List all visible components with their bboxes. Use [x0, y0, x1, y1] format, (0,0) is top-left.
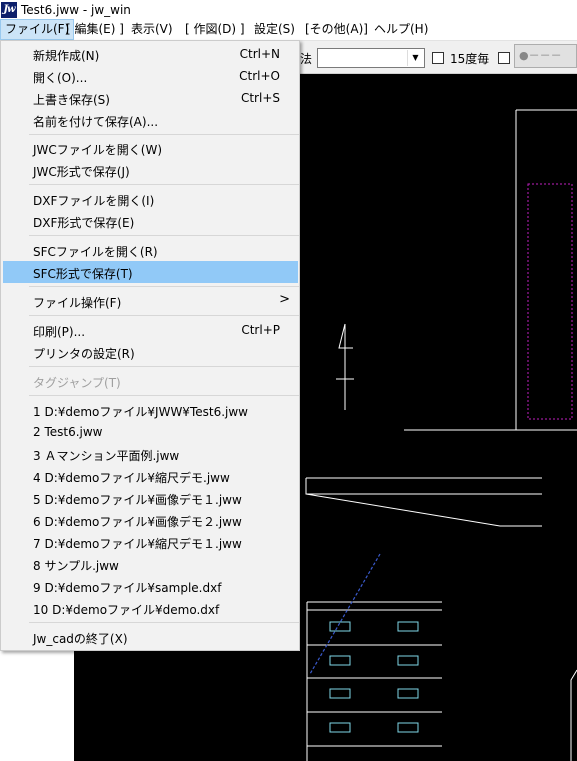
menu-separator [29, 622, 299, 623]
cyan-symbol [397, 722, 419, 733]
jw-app-icon[interactable]: Jw [1, 1, 17, 18]
menu-separator [29, 286, 299, 287]
cyan-symbol [397, 688, 419, 699]
cyan-symbol [397, 655, 419, 666]
menu-item-open-jwc[interactable]: JWCファイルを開く(W) [3, 137, 298, 159]
menu-item-label: 4 D:¥demoファイル¥縮尺デモ.jww [33, 471, 230, 485]
menu-item-label: 印刷(P)... [33, 325, 86, 339]
menu-item-label: 7 D:¥demoファイル¥縮尺デモ１.jww [33, 537, 242, 551]
menu-item-save-dxf[interactable]: DXF形式で保存(E) [3, 210, 298, 232]
menu-item-shortcut: Ctrl+P [241, 323, 280, 337]
menu-item-label: 名前を付けて保存(A)... [33, 115, 159, 129]
menu-item-printer-settings[interactable]: プリンタの設定(R) [3, 341, 298, 363]
check-15deg[interactable] [432, 52, 444, 64]
menu-item-recent-2[interactable]: 2 Test6.jww [3, 421, 298, 443]
menu-separator [29, 134, 299, 135]
wall-line [570, 669, 577, 761]
menu-item-recent-7[interactable]: 7 D:¥demoファイル¥縮尺デモ１.jww [3, 531, 298, 553]
magenta-dashed-rect [527, 183, 573, 420]
menu-item-label: 10 D:¥demoファイル¥demo.dxf [33, 603, 220, 617]
check-line-option[interactable] [498, 52, 510, 64]
menu-item-shortcut: Ctrl+O [239, 69, 280, 83]
menu-item-save-jwc[interactable]: JWC形式で保存(J) [3, 159, 298, 181]
menu-item-open-sfc[interactable]: SFCファイルを開く(R) [3, 239, 298, 261]
menu-item-label: 1 D:¥demoファイル¥JWW¥Test6.jww [33, 405, 248, 419]
menu-edit[interactable]: [ 編集(E) ] [62, 19, 128, 40]
menu-item-recent-1[interactable]: 1 D:¥demoファイル¥JWW¥Test6.jww [3, 399, 298, 421]
menu-item-label: 6 D:¥demoファイル¥画像デモ２.jww [33, 515, 242, 529]
menu-item-recent-6[interactable]: 6 D:¥demoファイル¥画像デモ２.jww [3, 509, 298, 531]
menu-item-label: 2 Test6.jww [33, 425, 103, 439]
title-bar: Jw Test6.jww - jw_win [0, 0, 577, 19]
menu-item-label: 5 D:¥demoファイル¥画像デモ１.jww [33, 493, 242, 507]
menu-item-label: ファイル操作(F) [33, 296, 122, 310]
menu-item-label: DXFファイルを開く(I) [33, 194, 155, 208]
menu-item-file-operations[interactable]: ファイル操作(F) > [3, 290, 298, 312]
menu-item-exit[interactable]: Jw_cadの終了(X) [3, 626, 298, 648]
menu-item-label: JWC形式で保存(J) [33, 165, 130, 179]
cyan-symbol [329, 655, 351, 666]
menu-item-label: プリンタの設定(R) [33, 347, 135, 361]
menu-item-recent-4[interactable]: 4 D:¥demoファイル¥縮尺デモ.jww [3, 465, 298, 487]
menu-item-label: 3 Ａマンション平面例.jww [33, 449, 180, 463]
menu-item-label: 上書き保存(S) [33, 93, 110, 107]
menu-item-label: 新規作成(N) [33, 49, 100, 63]
menu-item-label: Jw_cadの終了(X) [33, 632, 128, 646]
slab-line [305, 478, 542, 495]
menu-item-label: タグジャンプ(T) [33, 376, 121, 390]
menu-item-save[interactable]: 上書き保存(S) Ctrl+S [3, 87, 298, 109]
menu-item-recent-10[interactable]: 10 D:¥demoファイル¥demo.dxf [3, 597, 298, 619]
menu-item-label: 9 D:¥demoファイル¥sample.dxf [33, 581, 222, 595]
menu-item-save-sfc[interactable]: SFC形式で保存(T) [3, 261, 298, 283]
menu-item-shortcut: Ctrl+S [240, 91, 280, 105]
menu-settings[interactable]: 設定(S) [250, 19, 299, 40]
menu-draw[interactable]: [ 作図(D) ] [181, 19, 249, 40]
menu-item-recent-9[interactable]: 9 D:¥demoファイル¥sample.dxf [3, 575, 298, 597]
menu-bar: ファイル(F) [ 編集(E) ] 表示(V) [ 作図(D) ] 設定(S) … [0, 19, 577, 41]
menu-other[interactable]: [その他(A)] [301, 19, 372, 40]
window-title: Test6.jww - jw_win [21, 2, 131, 17]
menu-item-label: DXF形式で保存(E) [33, 216, 135, 230]
menu-separator [29, 184, 299, 185]
cyan-symbol [329, 688, 351, 699]
menu-item-open[interactable]: 開く(O)... Ctrl+O [3, 65, 298, 87]
menu-item-recent-5[interactable]: 5 D:¥demoファイル¥画像デモ１.jww [3, 487, 298, 509]
cyan-symbol [329, 722, 351, 733]
menu-item-print[interactable]: 印刷(P)... Ctrl+P [3, 319, 298, 341]
north-arrow-head [338, 323, 353, 349]
menu-item-label: 8 サンプル.jww [33, 559, 119, 573]
menu-separator [29, 395, 299, 396]
slope-line [305, 493, 542, 527]
menu-view[interactable]: 表示(V) [127, 19, 177, 40]
menu-item-save-as[interactable]: 名前を付けて保存(A)... [3, 109, 298, 131]
menu-help[interactable]: ヘルプ(H) [370, 19, 432, 40]
menu-item-open-dxf[interactable]: DXFファイルを開く(I) [3, 188, 298, 210]
menu-item-label: SFCファイルを開く(R) [33, 245, 158, 259]
menu-item-shortcut: Ctrl+N [239, 47, 280, 61]
menu-item-recent-8[interactable]: 8 サンプル.jww [3, 553, 298, 575]
menu-item-label: JWCファイルを開く(W) [33, 143, 163, 157]
menu-separator [29, 315, 299, 316]
cyan-symbol [397, 621, 419, 632]
menu-item-label: 開く(O)... [33, 71, 88, 85]
toolbar-combo-box[interactable]: ▼ [317, 48, 425, 68]
menu-item-label: SFC形式で保存(T) [33, 267, 133, 281]
menu-separator [29, 235, 299, 236]
toolbar-label-fragment: 法 [300, 52, 313, 66]
chevron-down-icon[interactable]: ▼ [407, 50, 423, 66]
menu-item-new[interactable]: 新規作成(N) Ctrl+N [3, 43, 298, 65]
line-type-button[interactable]: ●－－－ [514, 44, 577, 68]
menu-item-tag-jump: タグジャンプ(T) [3, 370, 298, 392]
check-15deg-label: 15度毎 [450, 52, 490, 66]
file-menu-dropdown: 新規作成(N) Ctrl+N 開く(O)... Ctrl+O 上書き保存(S) … [0, 40, 300, 651]
chevron-right-icon: > [279, 292, 290, 307]
menu-item-recent-3[interactable]: 3 Ａマンション平面例.jww [3, 443, 298, 465]
menu-separator [29, 366, 299, 367]
